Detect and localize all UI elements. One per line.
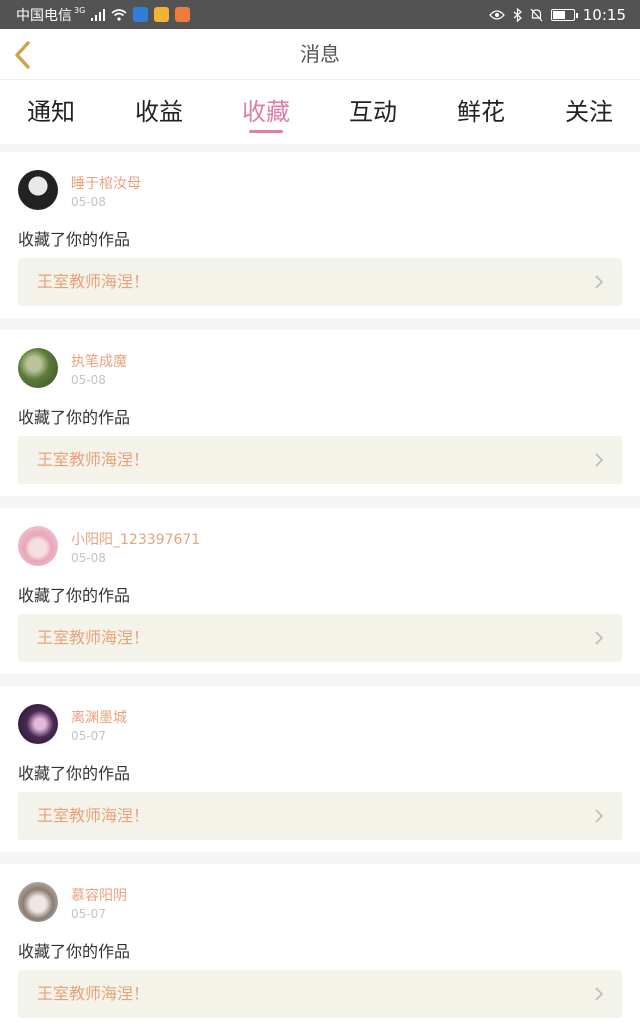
work-link[interactable]: 王室教师海涅！ bbox=[18, 258, 622, 306]
chevron-right-icon bbox=[595, 987, 604, 1001]
work-link[interactable]: 王室教师海涅！ bbox=[18, 614, 622, 662]
work-link[interactable]: 王室教师海涅！ bbox=[18, 436, 622, 484]
avatar[interactable] bbox=[18, 170, 58, 210]
eye-icon bbox=[488, 9, 505, 20]
work-title: 王室教师海涅！ bbox=[37, 272, 150, 291]
tab-notify[interactable]: 通知 bbox=[11, 92, 91, 127]
avatar[interactable] bbox=[18, 348, 58, 388]
page-title: 消息 bbox=[300, 42, 340, 66]
clock: 10:15 bbox=[582, 5, 626, 24]
chevron-right-icon bbox=[595, 809, 604, 823]
status-left: 中国电信 3G bbox=[16, 0, 191, 29]
action-text: 收藏了你的作品 bbox=[18, 586, 131, 605]
username[interactable]: 执笔成魔 bbox=[71, 351, 127, 371]
bluetooth-icon bbox=[513, 7, 522, 22]
tab-favorites[interactable]: 收藏 bbox=[226, 92, 306, 127]
app-icon bbox=[154, 7, 170, 22]
list-item: 小阳阳_123397671 05-08 收藏了你的作品 王室教师海涅！ bbox=[0, 508, 640, 674]
work-link[interactable]: 王室教师海涅！ bbox=[18, 792, 622, 840]
battery-icon bbox=[550, 8, 578, 21]
mute-bell-icon bbox=[530, 8, 543, 21]
work-title: 王室教师海涅！ bbox=[37, 450, 150, 469]
work-link[interactable]: 王室教师海涅！ bbox=[18, 970, 622, 1018]
list-item: 慕容阳阴 05-07 收藏了你的作品 王室教师海涅！ bbox=[0, 864, 640, 1024]
work-title: 王室教师海涅！ bbox=[37, 806, 150, 825]
status-bar: 中国电信 3G 10:15 bbox=[0, 0, 640, 29]
action-text: 收藏了你的作品 bbox=[18, 942, 131, 961]
chevron-right-icon bbox=[595, 631, 604, 645]
tab-follow[interactable]: 关注 bbox=[549, 92, 629, 127]
signal-icon bbox=[91, 8, 106, 21]
tab-income[interactable]: 收益 bbox=[119, 92, 199, 127]
battery-level bbox=[552, 10, 565, 19]
list-item: 离渊墨城 05-07 收藏了你的作品 王室教师海涅！ bbox=[0, 686, 640, 852]
timestamp: 05-07 bbox=[71, 729, 106, 743]
username[interactable]: 小阳阳_123397671 bbox=[71, 529, 200, 549]
chevron-right-icon bbox=[595, 453, 604, 467]
timestamp: 05-08 bbox=[71, 551, 106, 565]
avatar[interactable] bbox=[18, 882, 58, 922]
action-text: 收藏了你的作品 bbox=[18, 408, 131, 427]
tab-bar: 通知 收益 收藏 互动 鲜花 关注 bbox=[0, 80, 640, 144]
list-item: 执笔成魔 05-08 收藏了你的作品 王室教师海涅！ bbox=[0, 330, 640, 496]
username[interactable]: 睡于棺汝母 bbox=[71, 173, 141, 193]
active-tab-indicator bbox=[249, 130, 283, 133]
username[interactable]: 慕容阳阴 bbox=[71, 885, 127, 905]
header: 消息 bbox=[0, 29, 640, 80]
wifi-icon bbox=[111, 8, 127, 21]
carrier-label: 中国电信 bbox=[16, 7, 72, 24]
username[interactable]: 离渊墨城 bbox=[71, 707, 127, 727]
status-right: 10:15 bbox=[488, 0, 626, 29]
work-title: 王室教师海涅！ bbox=[37, 628, 150, 647]
timestamp: 05-08 bbox=[71, 373, 106, 387]
timestamp: 05-07 bbox=[71, 907, 106, 921]
avatar[interactable] bbox=[18, 704, 58, 744]
tab-interaction[interactable]: 互动 bbox=[333, 92, 413, 127]
list-item: 睡于棺汝母 05-08 收藏了你的作品 王室教师海涅！ bbox=[0, 152, 640, 318]
action-text: 收藏了你的作品 bbox=[18, 230, 131, 249]
network-type: 3G bbox=[74, 6, 86, 15]
action-text: 收藏了你的作品 bbox=[18, 764, 131, 783]
work-title: 王室教师海涅！ bbox=[37, 984, 150, 1003]
tab-flowers[interactable]: 鲜花 bbox=[441, 92, 521, 127]
app-icon bbox=[175, 7, 191, 22]
chevron-right-icon bbox=[595, 275, 604, 289]
avatar[interactable] bbox=[18, 526, 58, 566]
timestamp: 05-08 bbox=[71, 195, 106, 209]
shield-app-icon bbox=[133, 7, 149, 22]
